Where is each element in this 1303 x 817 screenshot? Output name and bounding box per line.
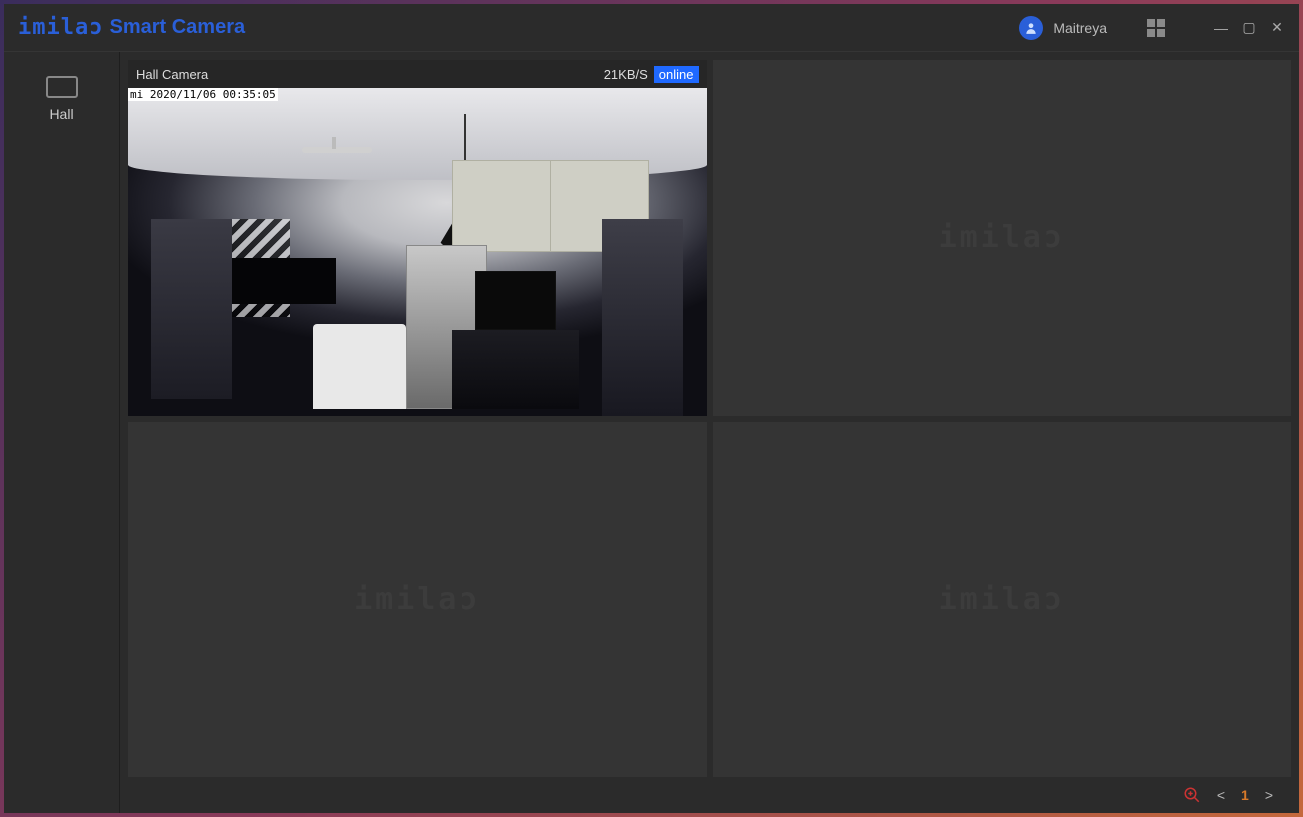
sidebar-item-label: Hall [49,106,73,122]
close-button[interactable]: ✕ [1265,19,1289,36]
app-body: Hall Hall Camera 21KB/S online mi 2020/1… [4,52,1299,813]
zoom-in-icon[interactable] [1183,786,1201,804]
camera-name: Hall Camera [136,67,208,82]
camera-tile-3[interactable]: imilaɔ [128,422,707,778]
user-avatar[interactable] [1019,16,1043,40]
grid-layout-icon[interactable] [1147,19,1165,37]
camera-tile-4[interactable]: imilaɔ [713,422,1292,778]
page-current: 1 [1241,787,1249,803]
camera-tile-2[interactable]: imilaɔ [713,60,1292,416]
brand-logo: imilaɔ [18,15,103,40]
brand-watermark: imilaɔ [939,582,1065,617]
bitrate-label: 21KB/S [604,67,648,82]
footer-bar: < 1 > [128,777,1291,813]
brand-watermark: imilaɔ [939,220,1065,255]
main-panel: Hall Camera 21KB/S online mi 2020/11/06 … [120,52,1299,813]
sidebar: Hall [4,52,120,813]
person-icon [1024,21,1038,35]
camera-group-icon [46,76,78,98]
app-window: imilaɔ Smart Camera Maitreya — ▢ ✕ Hall … [4,4,1299,813]
tile-header: Hall Camera 21KB/S online [128,60,707,88]
minimize-button[interactable]: — [1209,20,1233,36]
page-prev-button[interactable]: < [1217,787,1225,803]
brand-watermark: imilaɔ [354,582,480,617]
camera-tile-1[interactable]: Hall Camera 21KB/S online mi 2020/11/06 … [128,60,707,416]
titlebar: imilaɔ Smart Camera Maitreya — ▢ ✕ [4,4,1299,52]
sidebar-item-hall[interactable]: Hall [4,70,119,128]
page-next-button[interactable]: > [1265,787,1273,803]
status-badge: online [654,66,699,83]
user-name[interactable]: Maitreya [1053,20,1107,36]
camera-feed: mi 2020/11/06 00:35:05 [128,88,707,416]
camera-grid: Hall Camera 21KB/S online mi 2020/11/06 … [128,60,1291,777]
feed-timestamp: mi 2020/11/06 00:35:05 [128,88,278,101]
app-title: Smart Camera [109,16,245,39]
maximize-button[interactable]: ▢ [1237,19,1261,36]
